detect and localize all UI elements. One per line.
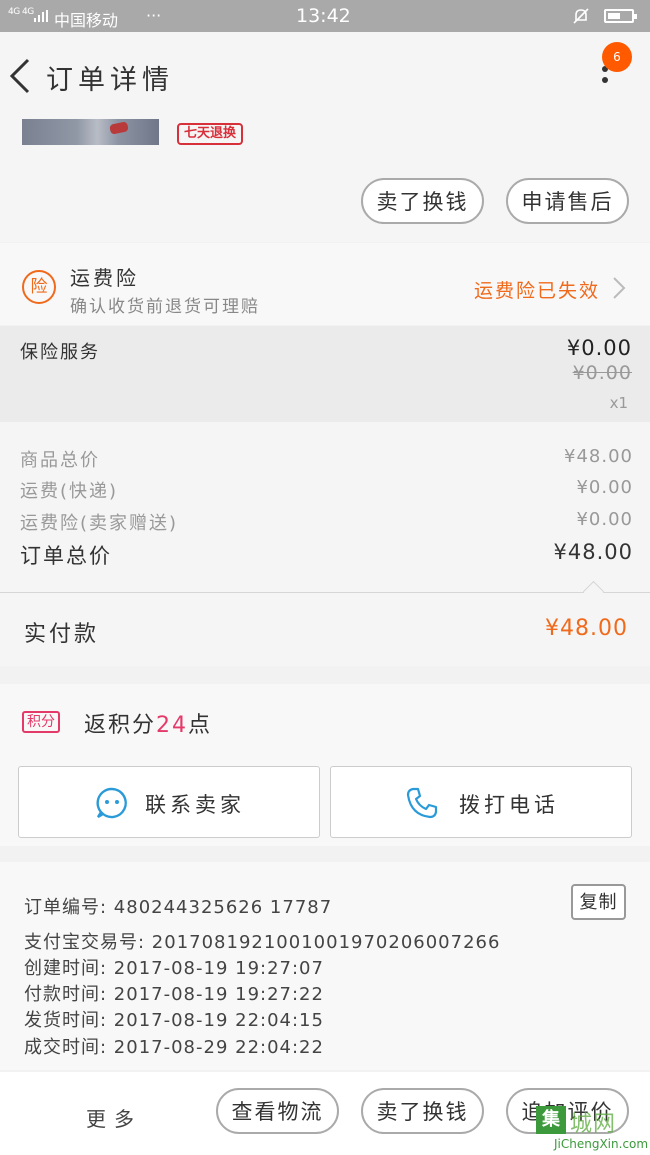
paid-amount: ¥48.00 bbox=[545, 616, 628, 641]
apply-after-sales-button[interactable]: 申请售后 bbox=[506, 178, 629, 224]
back-arrow-icon[interactable] bbox=[8, 56, 34, 96]
sell-for-cash-bottom-button[interactable]: 卖了换钱 bbox=[361, 1088, 484, 1134]
paid-time: 付款时间: 2017-08-19 19:27:22 bbox=[24, 984, 324, 1005]
watermark-box: 集 bbox=[536, 1106, 566, 1134]
subtotal-row: 商品总价 ¥48.00 bbox=[20, 446, 633, 474]
status-dots: ··· bbox=[146, 6, 162, 25]
insurance-status: 运费险已失效 bbox=[474, 280, 601, 302]
view-logistics-button[interactable]: 查看物流 bbox=[216, 1088, 339, 1134]
chevron-right-icon bbox=[613, 277, 626, 299]
call-phone-label: 拨打电话 bbox=[459, 793, 559, 817]
created-time: 创建时间: 2017-08-19 19:27:07 bbox=[24, 958, 324, 979]
paid-label: 实付款 bbox=[24, 622, 100, 647]
row-value: ¥48.00 bbox=[564, 446, 633, 467]
order-number: 订单编号: 480244325626 17787 bbox=[24, 897, 333, 918]
contact-seller-button[interactable]: 联系卖家 bbox=[18, 766, 320, 838]
notification-badge: 6 bbox=[602, 42, 632, 72]
mute-bell-icon bbox=[573, 8, 589, 24]
chat-bubble-icon bbox=[96, 787, 127, 819]
row-value: ¥0.00 bbox=[576, 509, 633, 530]
copy-button[interactable]: 复制 bbox=[571, 884, 626, 920]
seven-day-return-tag: 七天退换 bbox=[177, 123, 244, 145]
more-link[interactable]: 更多 bbox=[86, 1103, 142, 1132]
service-price: ¥0.00 bbox=[566, 336, 632, 360]
completed-time: 成交时间: 2017-08-29 22:04:22 bbox=[24, 1037, 324, 1058]
service-quantity: x1 bbox=[609, 394, 628, 412]
divider bbox=[0, 592, 650, 593]
row-label: 运费险(卖家赠送) bbox=[20, 513, 179, 534]
row-value: ¥0.00 bbox=[576, 477, 633, 498]
order-total-row: 订单总价 ¥48.00 bbox=[20, 540, 633, 568]
insurance-title: 运费险 bbox=[70, 266, 139, 290]
insurance-fee-row: 运费险(卖家赠送) ¥0.00 bbox=[20, 509, 633, 537]
points-text: 返积分24点 bbox=[84, 707, 212, 739]
signal-label: 4G 4G bbox=[8, 7, 34, 17]
sell-for-cash-button[interactable]: 卖了换钱 bbox=[361, 178, 484, 224]
points-suffix: 点 bbox=[188, 713, 213, 738]
status-bar: 4G 4G 中国移动 ··· 13:42 bbox=[0, 0, 650, 32]
row-label: 商品总价 bbox=[20, 450, 100, 471]
points-tag: 积分 bbox=[22, 711, 60, 733]
watermark-en: JiChengXin.com bbox=[554, 1137, 649, 1151]
service-label: 保险服务 bbox=[20, 342, 100, 363]
status-time: 13:42 bbox=[296, 5, 351, 27]
phone-icon bbox=[406, 787, 438, 819]
shipping-row: 运费(快递) ¥0.00 bbox=[20, 477, 633, 505]
carrier-name: 中国移动 bbox=[54, 11, 119, 30]
insurance-subtitle: 确认收货前退货可理赔 bbox=[70, 297, 260, 317]
row-label: 订单总价 bbox=[20, 544, 112, 568]
contact-seller-label: 联系卖家 bbox=[145, 793, 245, 817]
call-phone-button[interactable]: 拨打电话 bbox=[330, 766, 632, 838]
shipped-time: 发货时间: 2017-08-19 22:04:15 bbox=[24, 1010, 324, 1031]
row-value: ¥48.00 bbox=[553, 540, 633, 564]
points-prefix: 返积分 bbox=[84, 713, 157, 738]
watermark-cn: 城网 bbox=[570, 1112, 617, 1137]
page-title: 订单详情 bbox=[46, 65, 174, 96]
insurance-icon: 险 bbox=[22, 270, 56, 304]
alipay-trade-number: 支付宝交易号: 2017081921001001970206007266 bbox=[24, 932, 501, 953]
row-label: 运费(快递) bbox=[20, 481, 119, 502]
signal-bars-icon bbox=[34, 10, 48, 22]
points-number: 24 bbox=[156, 713, 189, 738]
battery-icon bbox=[604, 9, 637, 23]
product-thumbnail[interactable] bbox=[22, 119, 159, 145]
watermark-logo: 集 城网 JiChengXin.com bbox=[536, 1106, 649, 1152]
service-original-price: ¥0.00 bbox=[572, 362, 632, 384]
